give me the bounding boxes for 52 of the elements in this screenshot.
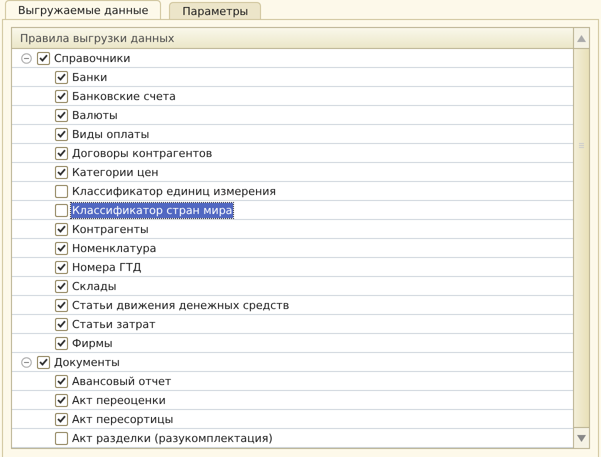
- tree-item-label[interactable]: Категории цен: [71, 164, 160, 180]
- checkbox[interactable]: [55, 90, 68, 102]
- up-arrow-icon: [577, 34, 586, 42]
- checkbox[interactable]: [55, 166, 68, 178]
- tree-item-label[interactable]: Статьи затрат: [71, 316, 156, 332]
- checkbox[interactable]: [55, 374, 68, 388]
- tree-item-label[interactable]: Классификатор единиц измерения: [71, 184, 277, 198]
- checkbox[interactable]: [55, 280, 68, 292]
- checkbox[interactable]: [55, 242, 68, 254]
- tree-item-label[interactable]: Валюты: [71, 108, 119, 122]
- scroll-down-button[interactable]: [574, 427, 589, 448]
- tree-item-label[interactable]: Статьи движения денежных средств: [71, 298, 290, 312]
- checkbox[interactable]: [55, 204, 68, 216]
- tree-item-label[interactable]: Авансовый отчет: [71, 374, 172, 388]
- collapse-icon[interactable]: [21, 356, 32, 368]
- tab[interactable]: Параметры: [169, 2, 262, 19]
- checkbox[interactable]: [55, 412, 68, 426]
- tree-item-label[interactable]: Контрагенты: [71, 222, 150, 236]
- checkbox[interactable]: [55, 222, 68, 236]
- tree-item-label[interactable]: Классификатор стран мира: [71, 202, 234, 218]
- tree-item-label[interactable]: Номера ГТД: [71, 260, 142, 274]
- tree-item-label[interactable]: Склады: [71, 278, 118, 294]
- checkbox[interactable]: [37, 356, 50, 368]
- tree-item-label[interactable]: Договоры контрагентов: [71, 146, 214, 160]
- checkbox[interactable]: [55, 432, 68, 444]
- column-header[interactable]: Правила выгрузки данных: [12, 28, 573, 49]
- tree-item-label[interactable]: Номенклатура: [71, 240, 158, 256]
- checkbox[interactable]: [55, 128, 68, 140]
- tree-item-label[interactable]: Документы: [53, 354, 121, 370]
- checkbox[interactable]: [37, 52, 50, 64]
- tree-item-label[interactable]: Банки: [71, 70, 108, 84]
- grip-icon: [579, 143, 584, 148]
- scrollbar[interactable]: [573, 28, 589, 448]
- checkbox[interactable]: [55, 70, 68, 84]
- checkbox[interactable]: [55, 260, 68, 274]
- checkbox[interactable]: [55, 336, 68, 350]
- collapse-icon[interactable]: [21, 52, 32, 64]
- checkbox[interactable]: [55, 108, 68, 122]
- down-arrow-icon: [577, 434, 586, 442]
- checkbox[interactable]: [55, 394, 68, 406]
- tree-item-label[interactable]: Справочники: [53, 50, 132, 66]
- tab[interactable]: Выгружаемые данные: [5, 0, 162, 19]
- checkbox[interactable]: [55, 184, 68, 198]
- tree-item-label[interactable]: Фирмы: [71, 336, 114, 350]
- checkbox[interactable]: [55, 318, 68, 330]
- tree-item-label[interactable]: Акт переоценки: [71, 392, 167, 408]
- checkbox[interactable]: [55, 298, 68, 312]
- tree-item-label[interactable]: Виды оплаты: [71, 126, 150, 142]
- tree-item-label[interactable]: Акт разделки (разукомплектация): [71, 430, 274, 446]
- tree-item-label[interactable]: Акт пересортицы: [71, 412, 174, 426]
- checkbox[interactable]: [55, 146, 68, 160]
- tree-item-label[interactable]: Банковские счета: [71, 88, 177, 104]
